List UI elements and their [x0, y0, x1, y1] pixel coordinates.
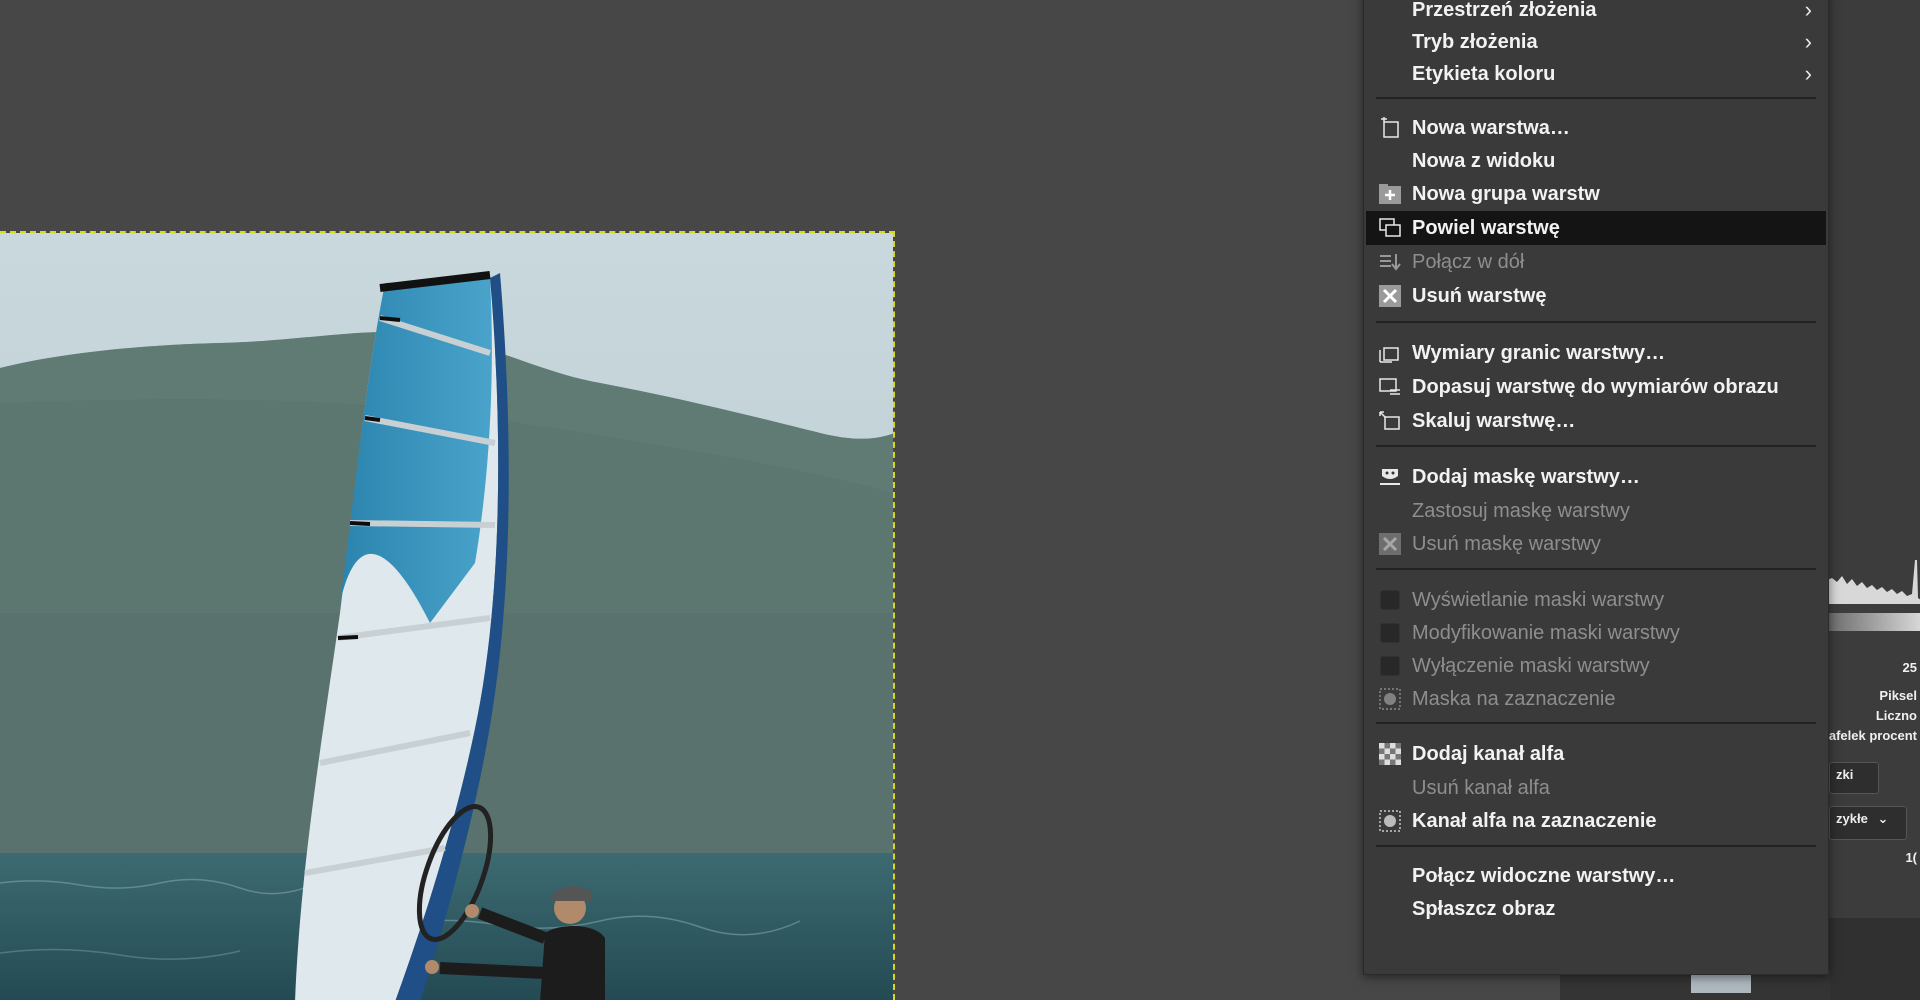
menu-item-label: Wyświetlanie maski warstwy	[1412, 588, 1665, 611]
menu-separator	[1376, 97, 1816, 99]
checkbox-icon	[1376, 586, 1404, 614]
menu-item-delete-layer-mask[interactable]: Usuń maskę warstwy	[1366, 527, 1826, 561]
histogram-graph	[1827, 560, 1920, 604]
layer-boundary-icon	[1376, 339, 1404, 367]
menu-separator	[1376, 845, 1816, 847]
menu-item-apply-layer-mask[interactable]: Zastosuj maskę warstwy	[1366, 494, 1826, 528]
new-layer-group-icon	[1376, 180, 1404, 208]
menu-item-label: Usuń warstwę	[1412, 284, 1547, 307]
alpha-to-selection-icon	[1376, 807, 1404, 835]
menu-separator	[1376, 722, 1816, 724]
menu-item-label: Dodaj kanał alfa	[1412, 742, 1565, 765]
mode-dropdown-label: zykłe	[1836, 811, 1868, 826]
photo-image	[0, 233, 893, 1000]
menu-separator	[1376, 445, 1816, 447]
menu-item-merge-visible-layers[interactable]: Połącz widoczne warstwy…	[1366, 859, 1826, 893]
menu-item-scale-layer[interactable]: Skaluj warstwę…	[1366, 404, 1826, 438]
menu-item-edit-layer-mask[interactable]: Modyfikowanie maski warstwy	[1366, 616, 1826, 650]
add-alpha-icon	[1376, 740, 1404, 768]
duplicate-layer-icon	[1376, 214, 1404, 242]
menu-item-label: Zastosuj maskę warstwy	[1412, 499, 1630, 522]
menu-item-delete-layer[interactable]: Usuń warstwę	[1366, 279, 1826, 313]
menu-item-flatten-image[interactable]: Spłaszcz obraz	[1366, 892, 1826, 926]
menu-item-label: Połącz w dół	[1412, 250, 1525, 273]
chevron-right-icon: ›	[1804, 0, 1812, 22]
percentile-label: afelek procent	[1828, 728, 1917, 743]
menu-item-label: Połącz widoczne warstwy…	[1412, 864, 1676, 887]
menu-item-disable-layer-mask[interactable]: Wyłączenie maski warstwy	[1366, 649, 1826, 683]
chevron-right-icon: ›	[1804, 29, 1812, 54]
menu-item-label: Tryb złożenia	[1412, 30, 1538, 53]
menu-item-label: Nowa z widoku	[1412, 149, 1556, 172]
layer-context-menu: Przestrzeń złożenia › Tryb złożenia › Et…	[1363, 0, 1829, 975]
value-25: 25	[1902, 660, 1917, 675]
menu-item-label: Dodaj maskę warstwy…	[1412, 465, 1640, 488]
dock-bottom-area	[1827, 918, 1920, 1000]
menu-item-layer-boundary-size[interactable]: Wymiary granic warstwy…	[1366, 336, 1826, 370]
menu-item-label: Spłaszcz obraz	[1412, 897, 1556, 920]
delete-layer-icon	[1376, 282, 1404, 310]
menu-item-label: Usuń maskę warstwy	[1412, 532, 1601, 555]
menu-item-duplicate-layer[interactable]: Powiel warstwę	[1366, 211, 1826, 245]
menu-item-label: Modyfikowanie maski warstwy	[1412, 621, 1680, 644]
empty-icon	[1376, 497, 1404, 525]
empty-icon	[1376, 60, 1404, 88]
layer-to-image-size-icon	[1376, 373, 1404, 401]
mask-to-selection-icon	[1376, 685, 1404, 713]
menu-item-show-layer-mask[interactable]: Wyświetlanie maski warstwy	[1366, 583, 1826, 617]
menu-item-merge-down[interactable]: Połącz w dół	[1366, 245, 1826, 279]
menu-item-label: Przestrzeń złożenia	[1412, 0, 1597, 21]
menu-item-label: Etykieta koloru	[1412, 62, 1556, 85]
new-layer-icon	[1376, 114, 1404, 142]
menu-item-new-from-visible[interactable]: Nowa z widoku	[1366, 144, 1826, 178]
empty-icon	[1376, 895, 1404, 923]
empty-icon	[1376, 862, 1404, 890]
empty-icon	[1376, 0, 1404, 24]
histogram-gradient-bar	[1827, 613, 1920, 631]
merge-down-icon	[1376, 248, 1404, 276]
chevron-down-icon: ⌄	[1877, 811, 1889, 826]
scale-layer-icon	[1376, 407, 1404, 435]
add-mask-icon	[1376, 463, 1404, 491]
menu-item-label: Skaluj warstwę…	[1412, 409, 1576, 432]
pixel-label: Piksel	[1879, 688, 1917, 703]
menu-item-alpha-to-selection[interactable]: Kanał alfa na zaznaczenie	[1366, 804, 1826, 838]
menu-item-label: Maska na zaznaczenie	[1412, 687, 1616, 710]
menu-item-label: Nowa grupa warstw	[1412, 182, 1600, 205]
menu-item-composite-space[interactable]: Przestrzeń złożenia ›	[1366, 0, 1826, 27]
menu-item-label: Nowa warstwa…	[1412, 116, 1570, 139]
checkbox-icon	[1376, 619, 1404, 647]
menu-item-label: Powiel warstwę	[1412, 216, 1560, 239]
empty-icon	[1376, 774, 1404, 802]
menu-item-composite-mode[interactable]: Tryb złożenia ›	[1366, 25, 1826, 59]
tab-partial[interactable]: zki	[1829, 762, 1879, 794]
value-1: 1(	[1905, 850, 1917, 865]
layer-thumbnail[interactable]	[1691, 975, 1751, 993]
menu-separator	[1376, 321, 1816, 323]
menu-item-add-alpha-channel[interactable]: Dodaj kanał alfa	[1366, 737, 1826, 771]
right-dock-panel: 25 Piksel Liczno afelek procent zki zykł…	[1826, 0, 1920, 1000]
menu-item-add-layer-mask[interactable]: Dodaj maskę warstwy…	[1366, 460, 1826, 494]
menu-item-label: Dopasuj warstwę do wymiarów obrazu	[1412, 375, 1779, 398]
menu-item-label: Kanał alfa na zaznaczenie	[1412, 809, 1657, 832]
menu-item-new-layer[interactable]: Nowa warstwa…	[1366, 111, 1826, 145]
chevron-right-icon: ›	[1804, 61, 1812, 86]
menu-item-remove-alpha-channel[interactable]: Usuń kanał alfa	[1366, 771, 1826, 805]
menu-separator	[1376, 568, 1816, 570]
menu-item-label: Wymiary granic warstwy…	[1412, 341, 1666, 364]
delete-mask-icon	[1376, 530, 1404, 558]
menu-item-color-tag[interactable]: Etykieta koloru ›	[1366, 57, 1826, 91]
menu-item-label: Wyłączenie maski warstwy	[1412, 654, 1650, 677]
checkbox-icon	[1376, 652, 1404, 680]
menu-item-new-layer-group[interactable]: Nowa grupa warstw	[1366, 177, 1826, 211]
empty-icon	[1376, 28, 1404, 56]
menu-item-layer-to-image-size[interactable]: Dopasuj warstwę do wymiarów obrazu	[1366, 370, 1826, 404]
windsurfer-photo[interactable]	[0, 231, 895, 1000]
count-label: Liczno	[1875, 708, 1917, 723]
menu-item-label: Usuń kanał alfa	[1412, 776, 1550, 799]
empty-icon	[1376, 147, 1404, 175]
mode-dropdown[interactable]: zykłe ⌄	[1829, 806, 1907, 840]
menu-item-mask-to-selection[interactable]: Maska na zaznaczenie	[1366, 682, 1826, 716]
